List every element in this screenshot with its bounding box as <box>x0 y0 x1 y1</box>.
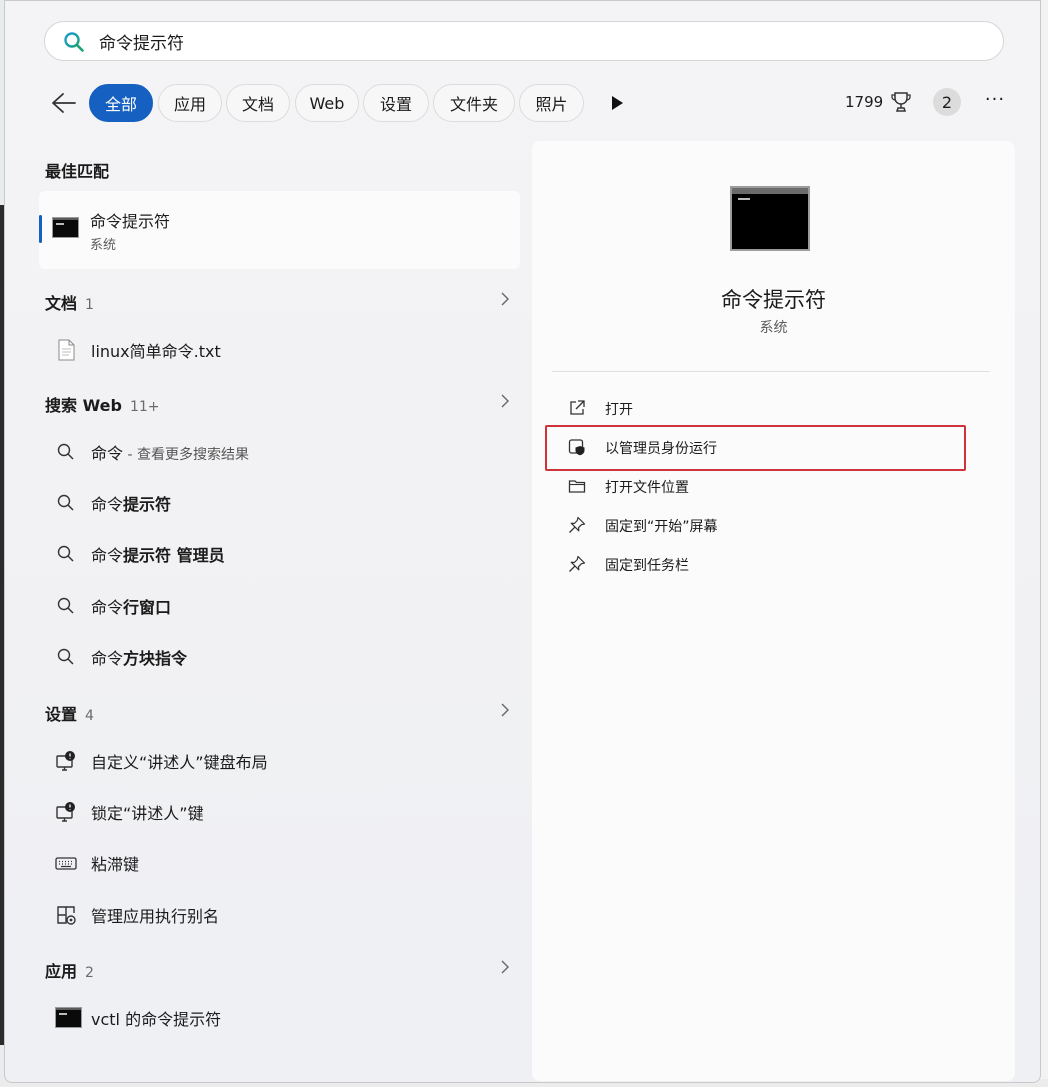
detail-title: 命令提示符 <box>721 288 826 312</box>
chevron-right-icon[interactable] <box>499 394 511 408</box>
settings-item[interactable]: 粘滞键 <box>39 840 520 884</box>
web-suggestion[interactable]: 命令提示符 管理员 <box>39 531 520 575</box>
web-suggestion[interactable]: 命令方块指令 <box>39 634 520 678</box>
web-suggestion[interactable]: 命令 - 查看更多搜索结果 <box>39 429 520 473</box>
best-match-heading: 最佳匹配 <box>45 162 110 181</box>
web-heading[interactable]: 搜索 Web 11+ <box>45 392 160 416</box>
settings-heading-label: 设置 <box>45 705 78 724</box>
notification-badge[interactable]: 2 <box>933 88 961 116</box>
settings-item-label: 锁定“讲述人”键 <box>91 804 204 823</box>
settings-item-label: 管理应用执行别名 <box>91 907 220 926</box>
documents-heading[interactable]: 文档 1 <box>45 290 94 314</box>
apps-heading[interactable]: 应用 2 <box>45 958 94 982</box>
settings-heading[interactable]: 设置 4 <box>45 701 94 725</box>
settings-item[interactable]: 管理应用执行别名 <box>39 892 520 936</box>
play-icon[interactable] <box>609 95 625 111</box>
chevron-right-icon[interactable] <box>499 292 511 306</box>
search-box[interactable] <box>44 21 1004 61</box>
open-action-label: 打开 <box>605 402 633 418</box>
best-match-item[interactable]: 命令提示符 系统 <box>39 191 520 269</box>
search-icon <box>57 597 74 614</box>
web-suggestion-text: 命令方块指令 <box>91 649 188 668</box>
pin-to-taskbar-action[interactable]: 固定到任务栏 <box>552 546 992 582</box>
web-count: 11+ <box>129 399 160 415</box>
search-icon <box>64 32 84 52</box>
tab-settings[interactable]: 设置 <box>363 84 429 122</box>
documents-count: 1 <box>85 297 94 313</box>
web-suggestion[interactable]: 命令提示符 <box>39 480 520 524</box>
web-suggestion-text: 命令提示符 管理员 <box>91 546 225 565</box>
selection-indicator <box>39 215 42 243</box>
results-list: 最佳匹配 命令提示符 系统 文档 1 linux简单命令.txt 搜索 Web 11… <box>5 141 525 1081</box>
text-file-icon <box>58 339 75 361</box>
detail-pane: 命令提示符 系统 打开 以管理员身份运行 打开文件位置 固定到“开始”屏幕 固定… <box>532 141 1015 1081</box>
web-suggestion-text: 命令 - 查看更多搜索结果 <box>91 444 249 463</box>
open-action[interactable]: 打开 <box>552 390 992 426</box>
divider <box>552 371 990 372</box>
apps-count: 2 <box>85 965 94 981</box>
desktop-strip-right <box>1040 0 1048 1087</box>
more-options-button[interactable]: ··· <box>983 91 1007 113</box>
narrator-lock-icon <box>56 802 75 822</box>
open-file-location-action[interactable]: 打开文件位置 <box>552 468 992 504</box>
open-external-icon <box>570 400 585 415</box>
tab-apps[interactable]: 应用 <box>158 84 222 122</box>
document-name: linux简单命令.txt <box>91 342 221 361</box>
pin-icon <box>569 516 586 533</box>
folder-icon <box>568 480 586 493</box>
apps-heading-label: 应用 <box>45 962 78 981</box>
pin-to-start-action[interactable]: 固定到“开始”屏幕 <box>552 507 992 543</box>
search-icon <box>57 494 74 511</box>
settings-count: 4 <box>85 708 94 724</box>
web-heading-label: 搜索 Web <box>45 396 122 415</box>
tab-web[interactable]: Web <box>295 84 359 122</box>
search-icon <box>57 443 74 460</box>
web-suggestion-text: 命令行窗口 <box>91 598 172 617</box>
web-suggestion[interactable]: 命令行窗口 <box>39 583 520 627</box>
chevron-right-icon[interactable] <box>499 703 511 717</box>
tab-folders[interactable]: 文件夹 <box>433 84 515 122</box>
keyboard-icon <box>55 857 77 870</box>
run-as-admin-label: 以管理员身份运行 <box>605 441 717 457</box>
pin-to-taskbar-label: 固定到任务栏 <box>605 558 689 574</box>
app-item-label: vctl 的命令提示符 <box>91 1010 222 1029</box>
run-as-admin-action[interactable]: 以管理员身份运行 <box>552 429 992 465</box>
chevron-right-icon[interactable] <box>499 960 511 974</box>
search-icon <box>57 545 74 562</box>
open-file-location-label: 打开文件位置 <box>605 480 689 496</box>
tab-documents[interactable]: 文档 <box>226 84 290 122</box>
admin-shield-icon <box>568 439 585 456</box>
document-item[interactable]: linux简单命令.txt <box>39 327 520 371</box>
search-input[interactable] <box>99 28 979 54</box>
filter-bar: 全部 应用 文档 Web 设置 文件夹 照片 1799 2 ··· <box>5 81 1040 125</box>
tab-all[interactable]: 全部 <box>89 84 153 122</box>
narrator-keyboard-icon <box>56 751 75 771</box>
settings-item[interactable]: 锁定“讲述人”键 <box>39 789 520 833</box>
best-match-name: 命令提示符 <box>90 212 171 231</box>
app-alias-icon <box>57 906 76 925</box>
pin-icon <box>569 555 586 572</box>
rewards-points: 1799 <box>845 93 884 111</box>
trophy-icon[interactable] <box>891 91 911 113</box>
command-prompt-icon <box>52 217 79 238</box>
app-item[interactable]: vctl 的命令提示符 <box>39 995 520 1039</box>
settings-item[interactable]: 自定义“讲述人”键盘布局 <box>39 738 520 782</box>
best-match-type: 系统 <box>90 238 117 253</box>
tab-photos[interactable]: 照片 <box>519 84 584 122</box>
command-prompt-icon <box>55 1007 82 1028</box>
pin-to-start-label: 固定到“开始”屏幕 <box>605 519 718 535</box>
back-arrow-icon[interactable] <box>49 91 77 115</box>
command-prompt-large-icon <box>730 186 810 251</box>
settings-item-label: 粘滞键 <box>91 855 140 874</box>
web-suggestion-text: 命令提示符 <box>91 495 172 514</box>
documents-heading-label: 文档 <box>45 294 78 313</box>
search-panel: 全部 应用 文档 Web 设置 文件夹 照片 1799 2 ··· 最佳匹配 命… <box>4 0 1041 1083</box>
settings-item-label: 自定义“讲述人”键盘布局 <box>91 753 268 772</box>
search-icon <box>57 648 74 665</box>
detail-subtitle: 系统 <box>759 320 788 336</box>
